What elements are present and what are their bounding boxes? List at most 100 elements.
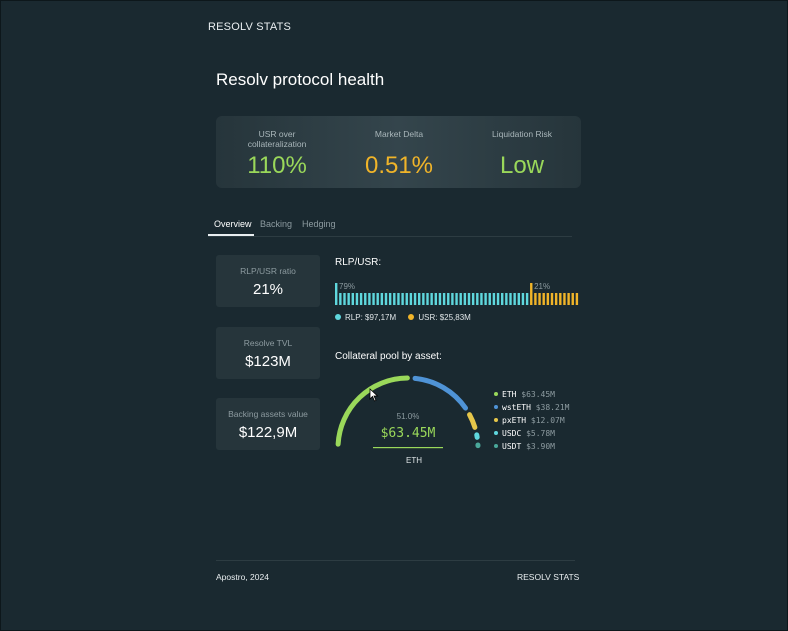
rlp-bar-segment — [409, 293, 413, 305]
usr-dot-icon — [408, 314, 415, 320]
gauge-segment-wsteth[interactable] — [412, 375, 469, 411]
rlp-bar-segment — [368, 293, 371, 305]
rlp-bar-segment — [380, 293, 384, 305]
rlp-bar-segment — [447, 293, 450, 305]
asset-name: pxETH — [502, 416, 527, 425]
metric-label: Liquidation Risk — [491, 129, 552, 139]
rlp-bar-segment — [335, 283, 338, 305]
asset-legend-item[interactable]: USDC $5.78M — [494, 428, 569, 441]
rlp-bar-segment — [397, 293, 400, 305]
asset-legend-item[interactable]: ETH $63.45M — [494, 389, 569, 402]
tab-bar: Overview Backing Hedging — [208, 212, 572, 237]
tab-hedging[interactable]: Hedging — [302, 219, 336, 229]
rlp-bar-segment — [451, 293, 454, 305]
rlp-bar-segment — [339, 293, 342, 305]
rlp-bar-segment — [513, 293, 516, 305]
legend-usr: USR: $25,83M — [408, 313, 471, 322]
legend-usr-text: USR: $25,83M — [418, 313, 471, 322]
asset-amount: $38.21M — [535, 403, 570, 412]
usr-bar-segment — [554, 293, 558, 305]
collateral-asset-legend: ETH $63.45M wstETH $38.21M pxETH $12.07M US… — [494, 389, 569, 454]
usr-bar-segment — [567, 293, 570, 305]
usr-bar-segment — [563, 293, 566, 305]
asset-name: USDC — [502, 429, 522, 438]
rlp-bar-segment — [521, 293, 525, 305]
usr-bar-segment — [575, 293, 579, 305]
rlp-bar-segment — [505, 293, 508, 305]
rlp-bar-segment — [455, 293, 458, 305]
rlp-bar-segment — [430, 293, 433, 305]
usr-bar-segment — [546, 293, 550, 305]
metric-label: Market Delta — [374, 129, 424, 139]
asset-legend-item[interactable]: USDT $3.90M — [494, 441, 569, 454]
rlp-bar-segment — [418, 293, 421, 305]
rlp-bar-segment — [422, 293, 425, 305]
protocol-health-panel: USR over collateralization 110% Market D… — [216, 116, 581, 188]
asset-legend-item[interactable]: wstETH $38.21M — [494, 402, 569, 415]
footer-divider — [216, 560, 575, 561]
asset-amount: $63.45M — [521, 390, 555, 399]
asset-name: ETH — [502, 390, 517, 399]
asset-name: USDT — [502, 442, 522, 451]
gauge-segment-pxeth[interactable] — [467, 412, 478, 430]
footer-brand[interactable]: RESOLV STATS — [517, 572, 579, 582]
rlp-bar-segment — [343, 293, 346, 305]
usr-bar-segment — [550, 293, 554, 305]
rlp-bar-segment — [393, 293, 396, 305]
asset-dot-icon — [494, 392, 498, 396]
rlp-bar-segment — [388, 293, 392, 305]
rlp-bar-segment — [347, 293, 350, 305]
card-value: 21% — [252, 281, 284, 298]
legend-rlp: RLP: $97,17M — [335, 313, 396, 322]
active-tab-indicator — [208, 234, 254, 236]
metric-value: 0.51% — [364, 152, 434, 179]
rlp-bar-segment — [413, 293, 417, 305]
rlp-bar-segment — [442, 293, 446, 305]
rlp-bar-segment — [463, 293, 467, 305]
card-rlp-usr-ratio: RLP/USR ratio 21% — [216, 255, 320, 307]
legend-rlp-text: RLP: $97,17M — [345, 313, 397, 322]
usr-bar-segment — [534, 293, 537, 305]
footer-copyright: Apostro, 2024 — [216, 572, 269, 582]
rlp-bar-segment — [492, 293, 496, 305]
rlp-bar-segment — [496, 293, 500, 305]
rlp-bar-segment — [501, 293, 504, 305]
rlp-bar-segment — [517, 293, 520, 305]
card-label: RLP/USR ratio — [240, 266, 296, 276]
usr-bar-segment — [542, 293, 545, 305]
metric-value: Low — [499, 152, 545, 179]
brand-logo-text[interactable]: RESOLV STATS — [208, 21, 291, 33]
tab-backing[interactable]: Backing — [260, 219, 292, 229]
rlp-bar-segment — [480, 293, 483, 305]
rlp-bar-segment — [484, 293, 487, 305]
collateral-gauge-chart: 51.0% $63.45M ETH — [335, 375, 481, 465]
rlp-dot-icon — [335, 314, 341, 320]
asset-amount: $3.90M — [526, 442, 555, 451]
gauge-center-value: $63.45M — [381, 426, 436, 441]
gauge-center-underline — [373, 447, 443, 449]
rlp-percent-label: 79% — [339, 283, 355, 291]
rlp-bar-segment — [509, 293, 512, 305]
card-value: $123M — [245, 353, 291, 370]
asset-dot-icon — [494, 418, 498, 422]
rlp-bar-segment — [426, 293, 429, 305]
asset-dot-icon — [494, 405, 498, 409]
card-backing-assets-value: Backing assets value $122,9M — [216, 398, 320, 450]
card-value: $122,9M — [238, 424, 298, 441]
gauge-center-asset: ETH — [406, 456, 422, 465]
rlp-bar-segment — [384, 293, 388, 305]
asset-amount: $5.78M — [526, 429, 555, 438]
usr-bar-segment — [571, 293, 574, 305]
card-label: Backing assets value — [228, 409, 308, 419]
asset-name: wstETH — [502, 403, 531, 412]
usr-bar-segment — [559, 293, 562, 305]
rlp-bar-segment — [459, 293, 462, 305]
asset-legend-item[interactable]: pxETH $12.07M — [494, 415, 569, 428]
rlp-bar-segment — [434, 293, 437, 305]
rlp-bar-segment — [467, 293, 471, 305]
rlp-bar-segment — [364, 293, 367, 305]
rlp-usr-section-title: RLP/USR: — [335, 257, 382, 268]
usr-bar-segment — [538, 293, 541, 305]
tab-overview[interactable]: Overview — [214, 219, 252, 229]
card-resolve-tvl: Resolve TVL $123M — [216, 327, 320, 379]
